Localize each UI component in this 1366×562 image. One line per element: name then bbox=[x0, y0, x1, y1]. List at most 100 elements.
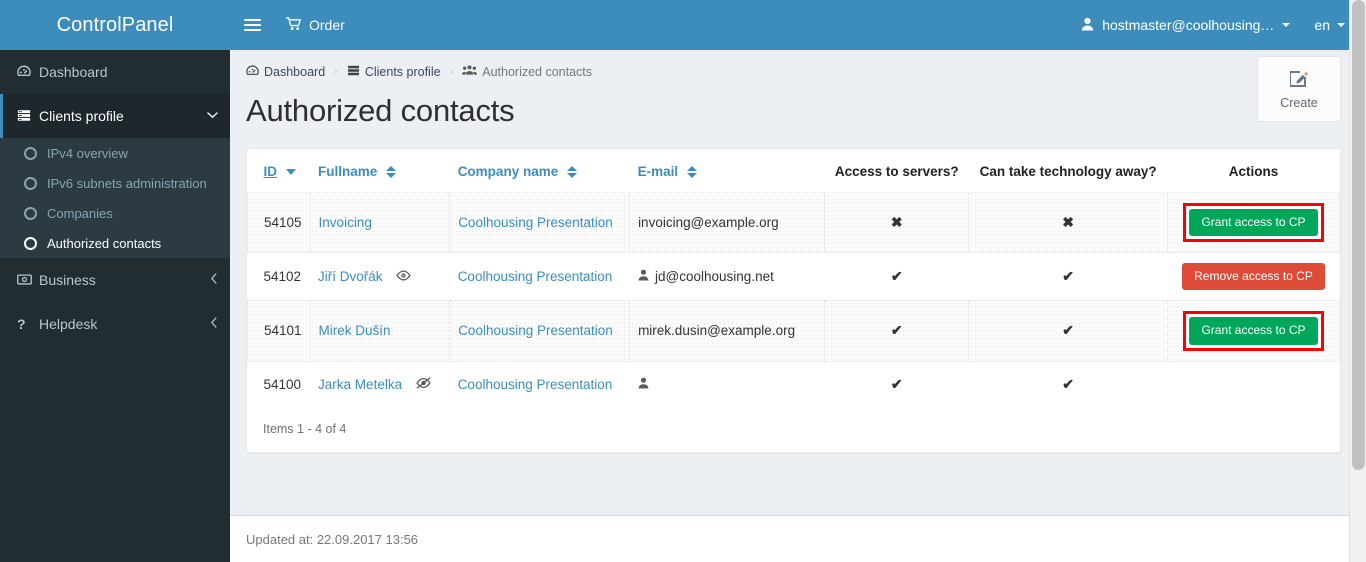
cell-email: mirek.dusin@example.org bbox=[629, 300, 826, 362]
company-link[interactable]: Coolhousing Presentation bbox=[458, 323, 613, 338]
column-header-id[interactable]: ID bbox=[247, 149, 311, 193]
content-header: Dashboard › Clients profile › Authorized… bbox=[230, 50, 1366, 79]
chevron-left-icon bbox=[210, 273, 218, 287]
breadcrumb-item-clients-profile[interactable]: Clients profile bbox=[347, 65, 441, 79]
sidebar-item-clients-profile[interactable]: Clients profile bbox=[0, 94, 230, 138]
table-row: 54102 Jiří Dvořák Coolhousing Presentati… bbox=[247, 252, 1340, 301]
column-label: E-mail bbox=[637, 164, 679, 179]
check-icon: ✔ bbox=[890, 268, 903, 285]
sidebar-item-companies[interactable]: Companies bbox=[0, 198, 230, 228]
dashboard-icon bbox=[246, 64, 259, 79]
table-header-row: ID Fullname Company name E-mail Access t… bbox=[247, 149, 1340, 193]
cell-actions: Grant access to CP bbox=[1166, 191, 1341, 254]
cell-actions: Remove access to CP bbox=[1167, 252, 1340, 301]
brand-logo[interactable]: ControlPanel bbox=[0, 0, 230, 50]
column-header-email[interactable]: E-mail bbox=[629, 149, 825, 193]
column-label: Can take technology away? bbox=[979, 164, 1157, 179]
table-head: ID Fullname Company name E-mail Access t… bbox=[247, 149, 1340, 193]
fullname-link[interactable]: Jiří Dvořák bbox=[318, 269, 383, 284]
breadcrumb: Dashboard › Clients profile › Authorized… bbox=[246, 64, 1341, 79]
hamburger-icon[interactable] bbox=[230, 0, 274, 50]
title-row: Authorized contacts Create bbox=[230, 56, 1366, 129]
fullname-link[interactable]: Mirek Dušín bbox=[319, 323, 391, 338]
scrollbar-thumb[interactable] bbox=[1352, 0, 1365, 470]
remove-access-button[interactable]: Remove access to CP bbox=[1182, 263, 1325, 291]
user-menu-label: hostmaster@coolhousing… bbox=[1102, 17, 1275, 33]
sort-both-icon bbox=[567, 165, 578, 178]
table-body: 54105 Invoicing Coolhousing Presentation… bbox=[247, 191, 1341, 409]
circle-icon bbox=[24, 236, 37, 250]
sidebar-item-business[interactable]: Business bbox=[0, 258, 230, 302]
sidebar-subitem-label: Companies bbox=[47, 205, 113, 221]
user-icon bbox=[638, 377, 649, 392]
cell-fullname: Jiří Dvořák bbox=[310, 252, 450, 301]
sort-both-icon bbox=[687, 165, 698, 178]
cell-email: jd@coolhousing.net bbox=[629, 252, 825, 301]
eye-slash-icon[interactable] bbox=[416, 377, 431, 392]
check-icon: ✔ bbox=[1062, 376, 1074, 393]
company-link[interactable]: Coolhousing Presentation bbox=[458, 377, 613, 392]
cart-icon bbox=[285, 16, 302, 34]
table-items-count: Items 1 - 4 of 4 bbox=[263, 422, 347, 437]
eye-icon[interactable] bbox=[396, 269, 411, 284]
cell-email bbox=[629, 361, 825, 409]
sidebar-item-label: Clients profile bbox=[39, 108, 124, 124]
column-header-can-take-technology-away: Can take technology away? bbox=[968, 149, 1168, 193]
cell-fullname: Jarka Metelka bbox=[310, 361, 450, 409]
language-menu[interactable]: en bbox=[1304, 17, 1351, 33]
cell-id: 54100 bbox=[247, 361, 311, 409]
user-icon bbox=[638, 269, 652, 284]
column-header-company-name[interactable]: Company name bbox=[449, 149, 630, 193]
column-header-access-to-servers: Access to servers? bbox=[824, 149, 969, 193]
company-link[interactable]: Coolhousing Presentation bbox=[458, 215, 613, 230]
sidebar-item-ipv4-overview[interactable]: IPv4 overview bbox=[0, 138, 230, 168]
breadcrumb-label: Clients profile bbox=[364, 64, 441, 79]
company-link[interactable]: Coolhousing Presentation bbox=[458, 269, 613, 284]
sidebar-item-dashboard[interactable]: Dashboard bbox=[0, 50, 230, 94]
sidebar-item-label: Helpdesk bbox=[39, 316, 98, 332]
breadcrumb-separator: › bbox=[334, 65, 338, 78]
fullname-link[interactable]: Invoicing bbox=[319, 215, 372, 230]
create-button[interactable]: Create bbox=[1257, 56, 1341, 122]
order-button[interactable]: Order bbox=[274, 16, 357, 34]
dashboard-icon bbox=[17, 65, 39, 80]
order-label: Order bbox=[309, 17, 345, 33]
column-label: Fullname bbox=[318, 164, 378, 179]
user-icon bbox=[1081, 17, 1094, 34]
top-navbar: Order hostmaster@coolhousing… en bbox=[230, 0, 1366, 50]
sidebar-item-label: Dashboard bbox=[39, 64, 108, 80]
sort-desc-icon bbox=[286, 168, 296, 175]
cell-access-to-servers: ✔ bbox=[824, 361, 969, 409]
breadcrumb-label: Dashboard bbox=[264, 64, 326, 79]
cell-id: 54105 bbox=[247, 191, 311, 254]
cell-company: Coolhousing Presentation bbox=[449, 300, 631, 362]
language-label: en bbox=[1314, 17, 1330, 33]
vertical-scrollbar[interactable] bbox=[1349, 0, 1366, 562]
check-icon: ✔ bbox=[1062, 322, 1074, 339]
column-label: ID bbox=[263, 164, 278, 179]
server-list-icon bbox=[347, 65, 360, 79]
grant-access-button[interactable]: Grant access to CP bbox=[1189, 209, 1318, 237]
fullname-link[interactable]: Jarka Metelka bbox=[318, 377, 402, 392]
cell-fullname: Invoicing bbox=[309, 191, 451, 254]
user-menu[interactable]: hostmaster@coolhousing… bbox=[1067, 17, 1304, 34]
sidebar-item-helpdesk[interactable]: ? Helpdesk bbox=[0, 302, 230, 346]
cell-company: Coolhousing Presentation bbox=[449, 191, 631, 254]
breadcrumb-item-dashboard[interactable]: Dashboard bbox=[246, 65, 325, 79]
check-icon: ✔ bbox=[1062, 268, 1074, 285]
column-label: Actions bbox=[1228, 164, 1279, 179]
cell-access-to-servers: ✔ bbox=[824, 300, 970, 362]
cell-company: Coolhousing Presentation bbox=[449, 252, 630, 301]
column-label: Company name bbox=[457, 164, 559, 179]
app-root: ControlPanel Dashboard Clients profile I… bbox=[0, 0, 1366, 562]
highlight-box: Grant access to CP bbox=[1183, 311, 1324, 351]
sidebar-item-ipv6-subnets[interactable]: IPv6 subnets administration bbox=[0, 168, 230, 198]
email-text: jd@coolhousing.net bbox=[655, 269, 774, 285]
column-label: Access to servers? bbox=[834, 164, 959, 179]
column-header-fullname[interactable]: Fullname bbox=[310, 149, 450, 193]
cell-email: invoicing@example.org bbox=[629, 191, 826, 254]
grant-access-button[interactable]: Grant access to CP bbox=[1189, 317, 1318, 345]
sidebar-item-authorized-contacts[interactable]: Authorized contacts bbox=[0, 228, 230, 258]
sidebar-subitem-label: IPv6 subnets administration bbox=[47, 175, 207, 191]
users-icon bbox=[462, 64, 478, 79]
